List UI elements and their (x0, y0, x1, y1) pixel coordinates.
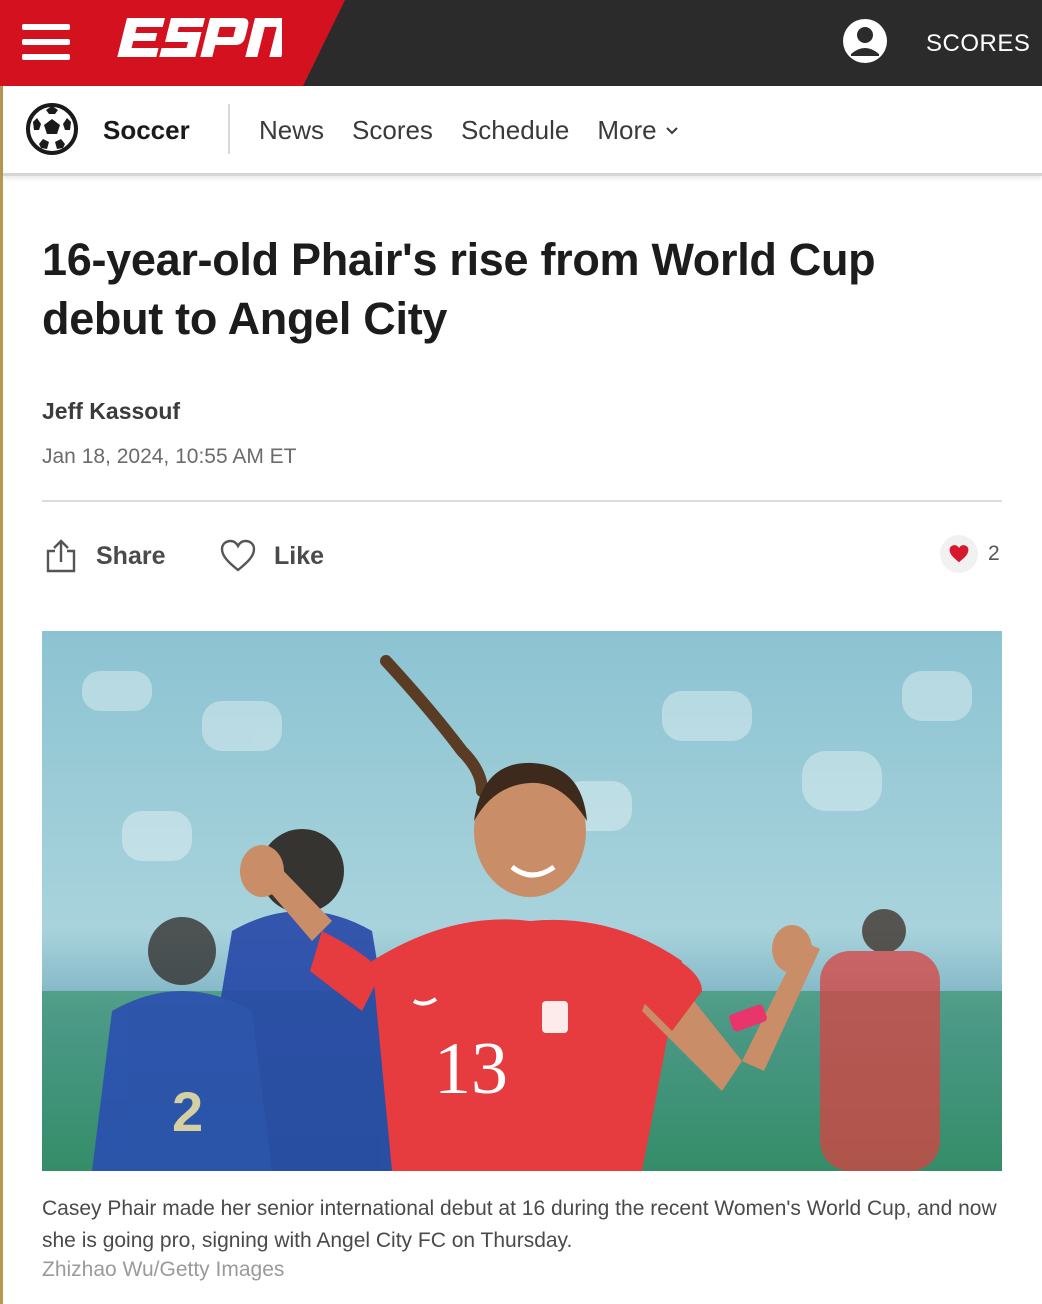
like-label: Like (274, 541, 325, 570)
svg-text:2: 2 (172, 1080, 203, 1143)
nav-more-label: More (597, 115, 657, 145)
photo-image: 2 13 (42, 631, 1002, 1171)
chevron-down-icon (665, 126, 678, 134)
nav-links: News Scores Schedule More (259, 115, 679, 146)
article-timestamp: Jan 18, 2024, 10:55 AM ET (42, 445, 297, 468)
soccer-ball-icon[interactable] (25, 102, 79, 156)
nav-divider (228, 104, 230, 154)
nav-scores[interactable]: Scores (352, 115, 433, 146)
share-icon (46, 539, 76, 573)
photo-credit: Zhizhao Wu/Getty Images (42, 1258, 285, 1281)
heart-outline-icon (220, 539, 256, 572)
like-badge (940, 535, 978, 573)
article-author[interactable]: Jeff Kassouf (42, 398, 180, 425)
sport-title[interactable]: Soccer (103, 115, 190, 146)
divider (42, 500, 1002, 502)
nav-news[interactable]: News (259, 115, 324, 146)
likes-count: 2 (940, 535, 1000, 573)
share-button[interactable]: Share (44, 536, 165, 576)
like-button[interactable]: Like (220, 536, 324, 576)
svg-text:13: 13 (434, 1028, 508, 1110)
likes-number: 2 (988, 542, 1000, 565)
article-photo[interactable]: 2 13 (42, 631, 1002, 1171)
scores-link[interactable]: SCORES (926, 30, 1030, 58)
heart-filled-icon (949, 545, 969, 563)
share-label: Share (96, 541, 166, 570)
top-header: SCORES (0, 0, 1042, 86)
account-icon[interactable] (842, 18, 888, 64)
nav-schedule[interactable]: Schedule (461, 115, 569, 146)
article-headline: 16-year-old Phair's rise from World Cup … (42, 234, 876, 344)
photo-caption: Casey Phair made her senior internationa… (42, 1197, 997, 1252)
espn-logo[interactable] (112, 14, 282, 66)
page-edge (0, 86, 3, 1304)
nav-more[interactable]: More (597, 115, 678, 146)
menu-icon[interactable] (22, 24, 70, 62)
sport-subnav: Soccer News Scores Schedule More (3, 86, 1042, 176)
